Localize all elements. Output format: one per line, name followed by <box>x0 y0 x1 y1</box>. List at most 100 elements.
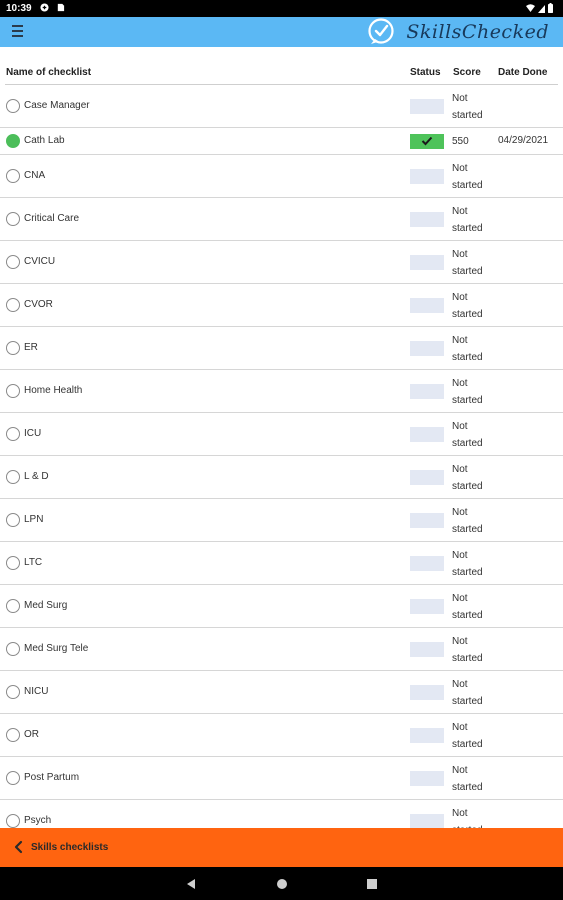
completed-indicator-icon[interactable] <box>6 134 20 148</box>
notification-icon <box>40 3 49 12</box>
checklist-score: Not started <box>452 206 483 234</box>
checklist-row[interactable]: Critical Care Not started <box>0 198 563 241</box>
checklist-date-done: 04/29/2021 <box>498 135 549 146</box>
checklist-score: Not started <box>452 93 483 121</box>
status-pending-badge <box>410 555 444 571</box>
status-pending-badge <box>410 641 444 657</box>
radio-button-icon[interactable] <box>6 814 20 828</box>
checklist-score: Not started <box>452 550 483 578</box>
checklist-score: Not started <box>452 464 483 492</box>
checklist-row[interactable]: Med Surg Tele Not started <box>0 628 563 671</box>
checklist-name: CNA <box>24 170 46 181</box>
checklist-name: ER <box>24 342 38 353</box>
sd-card-icon <box>57 3 65 12</box>
checklist-name: Post Partum <box>24 772 80 783</box>
home-icon[interactable] <box>275 877 289 891</box>
checklist-score: Not started <box>452 249 483 277</box>
status-complete-badge <box>410 133 444 149</box>
checklist-score: Not started <box>452 421 483 449</box>
radio-button-icon[interactable] <box>6 298 20 312</box>
status-pending-badge <box>410 383 444 399</box>
checklist-row[interactable]: Post Partum Not started <box>0 757 563 800</box>
checklist-name: LTC <box>24 557 43 568</box>
status-pending-badge <box>410 770 444 786</box>
checklist-name: Psych <box>24 815 52 826</box>
system-navigation-bar <box>0 867 563 900</box>
app-logo: SkillsChecked <box>368 18 549 46</box>
radio-button-icon[interactable] <box>6 642 20 656</box>
checklist-row[interactable]: ER Not started <box>0 327 563 370</box>
checklist-row[interactable]: ICU Not started <box>0 413 563 456</box>
radio-button-icon[interactable] <box>6 341 20 355</box>
radio-button-icon[interactable] <box>6 99 20 113</box>
column-header-date: Date Done <box>498 67 548 78</box>
checklist-name: Med Surg <box>24 600 68 611</box>
checklist-score: Not started <box>452 679 483 707</box>
checklist-score: Not started <box>452 163 483 191</box>
checklist-score: Not started <box>452 765 483 793</box>
checklist-row[interactable]: L & D Not started <box>0 456 563 499</box>
checklist-row[interactable]: Cath Lab 550 04/29/2021 <box>0 128 563 155</box>
radio-button-icon[interactable] <box>6 384 20 398</box>
radio-button-icon[interactable] <box>6 513 20 527</box>
checklist-row[interactable]: LTC Not started <box>0 542 563 585</box>
hamburger-menu-icon[interactable] <box>12 25 26 39</box>
checklist-name: Med Surg Tele <box>24 643 89 654</box>
checklist-row[interactable]: Med Surg Not started <box>0 585 563 628</box>
status-pending-badge <box>410 813 444 828</box>
column-header-name: Name of checklist <box>6 67 92 78</box>
check-circle-logo-icon <box>368 18 395 44</box>
checklist-row[interactable]: Case Manager Not started <box>0 85 563 128</box>
status-pending-badge <box>410 211 444 227</box>
checklist-row[interactable]: CVOR Not started <box>0 284 563 327</box>
status-pending-badge <box>410 469 444 485</box>
checklist-score: Not started <box>452 378 483 406</box>
checklist-name: OR <box>24 729 39 740</box>
app-header: SkillsChecked <box>0 17 563 47</box>
checklist-row[interactable]: CNA Not started <box>0 155 563 198</box>
radio-button-icon[interactable] <box>6 599 20 613</box>
skills-checklists-back-button[interactable]: Skills checklists <box>0 828 563 867</box>
status-pending-badge <box>410 297 444 313</box>
status-pending-badge <box>410 426 444 442</box>
checklist-name: LPN <box>24 514 44 525</box>
status-pending-badge <box>410 598 444 614</box>
radio-button-icon[interactable] <box>6 470 20 484</box>
checklist-score: Not started <box>452 292 483 320</box>
status-pending-badge <box>410 727 444 743</box>
checklist-name: NICU <box>24 686 49 697</box>
recents-icon[interactable] <box>365 877 379 891</box>
checklist-row[interactable]: LPN Not started <box>0 499 563 542</box>
radio-button-icon[interactable] <box>6 427 20 441</box>
status-pending-badge <box>410 684 444 700</box>
checklist-row[interactable]: NICU Not started <box>0 671 563 714</box>
wifi-signal-battery-icon <box>526 3 553 13</box>
checklist-row[interactable]: Psych Not started <box>0 800 563 828</box>
status-pending-badge <box>410 512 444 528</box>
radio-button-icon[interactable] <box>6 255 20 269</box>
radio-button-icon[interactable] <box>6 556 20 570</box>
checklist-row[interactable]: CVICU Not started <box>0 241 563 284</box>
status-pending-badge <box>410 168 444 184</box>
radio-button-icon[interactable] <box>6 771 20 785</box>
radio-button-icon[interactable] <box>6 212 20 226</box>
checklist-name: Cath Lab <box>24 135 65 146</box>
checklist-score: Not started <box>452 808 483 828</box>
checklist-name: CVOR <box>24 299 53 310</box>
checklist-score: Not started <box>452 636 483 664</box>
system-status-bar: 10:39 <box>0 0 563 17</box>
checklist-name: Home Health <box>24 385 83 396</box>
app-logo-text: SkillsChecked <box>406 21 549 43</box>
checklist-row[interactable]: Home Health Not started <box>0 370 563 413</box>
radio-button-icon[interactable] <box>6 169 20 183</box>
clock: 10:39 <box>6 3 32 14</box>
back-icon[interactable] <box>184 877 198 891</box>
checklist-name: Critical Care <box>24 213 80 224</box>
status-pending-badge <box>410 254 444 270</box>
checklist-row[interactable]: OR Not started <box>0 714 563 757</box>
radio-button-icon[interactable] <box>6 728 20 742</box>
bottom-bar-label: Skills checklists <box>31 842 109 853</box>
radio-button-icon[interactable] <box>6 685 20 699</box>
column-header-status: Status <box>410 67 441 78</box>
chevron-left-icon <box>14 840 23 854</box>
